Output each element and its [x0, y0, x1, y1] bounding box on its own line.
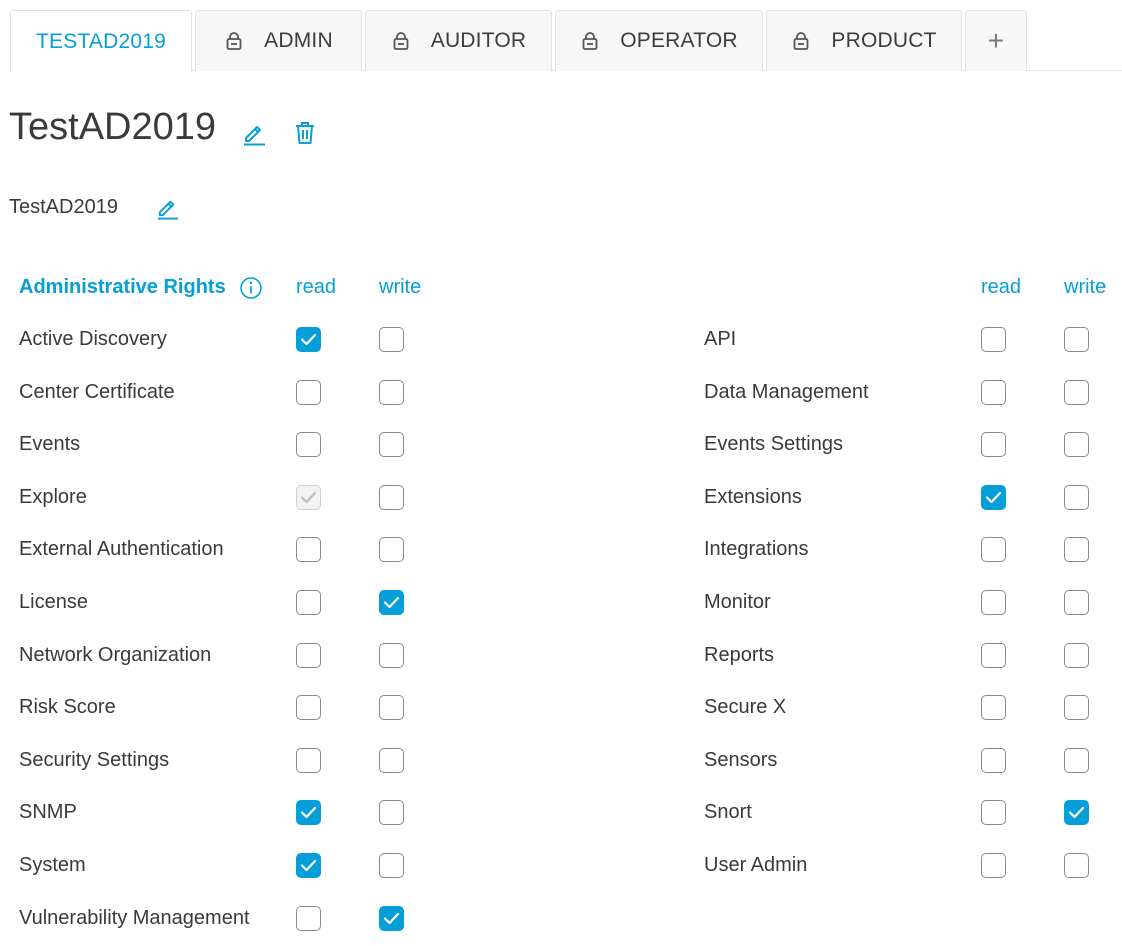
- right-label: Network Organization: [19, 643, 212, 666]
- right-label: External Authentication: [19, 538, 224, 561]
- right-label: Risk Score: [19, 696, 116, 719]
- write-checkbox[interactable]: [1064, 695, 1089, 721]
- tab-product[interactable]: PRODUCT: [766, 10, 962, 71]
- right-label: Events Settings: [704, 433, 843, 456]
- read-checkbox[interactable]: [296, 537, 321, 563]
- write-checkbox[interactable]: [379, 537, 404, 563]
- write-checkbox[interactable]: [1064, 747, 1089, 773]
- read-checkbox[interactable]: [296, 905, 321, 931]
- write-checkbox[interactable]: [379, 800, 404, 826]
- write-checkbox[interactable]: [1064, 379, 1089, 405]
- write-checkbox[interactable]: [379, 590, 404, 615]
- tab-auditor[interactable]: AUDITOR: [365, 10, 552, 71]
- write-checkbox[interactable]: [379, 327, 404, 352]
- write-checkbox[interactable]: [379, 853, 404, 878]
- write-checkbox[interactable]: [1064, 853, 1089, 878]
- read-checkbox[interactable]: [296, 695, 321, 721]
- right-label: Monitor: [704, 591, 771, 613]
- read-checkbox[interactable]: [981, 379, 1006, 405]
- read-column-header: read: [296, 276, 337, 298]
- page-title: TestAD2019: [9, 106, 217, 148]
- read-checkbox[interactable]: [296, 747, 321, 773]
- right-label: Snort: [704, 801, 752, 824]
- right-label: Active Discovery: [19, 328, 167, 350]
- read-checkbox: [296, 484, 321, 510]
- read-checkbox[interactable]: [296, 642, 321, 668]
- role-tabs: TESTAD2019 ADMIN AUDITOR OPERATOR PRODUC…: [10, 10, 1122, 72]
- tab-label: OPERATOR: [620, 29, 738, 52]
- lock-icon: [580, 31, 600, 51]
- tab-label: TESTAD2019: [36, 29, 166, 53]
- read-checkbox[interactable]: [296, 590, 321, 615]
- read-checkbox[interactable]: [981, 327, 1006, 352]
- read-checkbox[interactable]: [981, 800, 1006, 826]
- write-checkbox[interactable]: [379, 695, 404, 721]
- trash-icon[interactable]: [293, 120, 317, 146]
- right-label: Extensions: [704, 485, 802, 508]
- info-icon[interactable]: [239, 276, 263, 300]
- right-label: Security Settings: [19, 748, 170, 771]
- read-checkbox[interactable]: [296, 800, 321, 826]
- tab-label: PRODUCT: [831, 29, 937, 52]
- lock-icon: [391, 31, 411, 51]
- plus-icon: +: [987, 25, 1005, 56]
- write-checkbox[interactable]: [1064, 537, 1089, 563]
- write-checkbox[interactable]: [379, 747, 404, 773]
- read-checkbox[interactable]: [981, 695, 1006, 721]
- read-checkbox[interactable]: [981, 432, 1006, 458]
- add-tab-button[interactable]: +: [965, 10, 1027, 71]
- write-checkbox[interactable]: [379, 905, 404, 931]
- tab-testad2019[interactable]: TESTAD2019: [10, 10, 192, 72]
- read-checkbox[interactable]: [296, 327, 321, 352]
- write-checkbox[interactable]: [1064, 642, 1089, 668]
- write-checkbox[interactable]: [379, 642, 404, 668]
- lock-icon: [224, 31, 244, 51]
- tab-admin[interactable]: ADMIN: [195, 10, 362, 71]
- right-label: License: [19, 591, 88, 613]
- right-label: Secure X: [704, 696, 787, 719]
- read-column-header: read: [981, 276, 1022, 298]
- read-checkbox[interactable]: [296, 432, 321, 458]
- tab-label: AUDITOR: [430, 29, 527, 52]
- write-checkbox[interactable]: [379, 379, 404, 405]
- right-label: Sensors: [704, 748, 778, 771]
- pencil-icon[interactable]: [155, 195, 180, 220]
- right-label: User Admin: [704, 854, 808, 876]
- lock-icon: [791, 31, 811, 51]
- right-label: Events: [19, 433, 81, 456]
- right-label: Center Certificate: [19, 380, 175, 403]
- tab-operator[interactable]: OPERATOR: [555, 10, 763, 71]
- write-checkbox[interactable]: [379, 432, 404, 458]
- right-label: SNMP: [19, 801, 77, 824]
- read-checkbox[interactable]: [981, 853, 1006, 878]
- read-checkbox[interactable]: [296, 379, 321, 405]
- write-checkbox[interactable]: [379, 484, 404, 510]
- write-checkbox[interactable]: [1064, 590, 1089, 615]
- right-label: Reports: [704, 643, 775, 666]
- right-label: System: [19, 854, 86, 876]
- write-checkbox[interactable]: [1064, 800, 1089, 826]
- pencil-icon[interactable]: [241, 120, 267, 146]
- read-checkbox[interactable]: [981, 590, 1006, 615]
- right-label: Integrations: [704, 538, 809, 561]
- read-checkbox[interactable]: [981, 537, 1006, 563]
- read-checkbox[interactable]: [296, 853, 321, 878]
- description-text: TestAD2019: [9, 196, 118, 218]
- write-column-header: write: [379, 276, 422, 298]
- write-column-header: write: [1064, 276, 1107, 298]
- tab-label: ADMIN: [264, 29, 333, 52]
- read-checkbox[interactable]: [981, 484, 1006, 510]
- right-label: Vulnerability Management: [19, 906, 250, 929]
- write-checkbox[interactable]: [1064, 432, 1089, 458]
- read-checkbox[interactable]: [981, 747, 1006, 773]
- write-checkbox[interactable]: [1064, 484, 1089, 510]
- right-label: API: [704, 328, 737, 350]
- admin-rights-header: Administrative Rights: [19, 276, 226, 298]
- right-label: Data Management: [704, 380, 869, 403]
- right-label: Explore: [19, 485, 87, 508]
- read-checkbox[interactable]: [981, 642, 1006, 668]
- write-checkbox[interactable]: [1064, 327, 1089, 352]
